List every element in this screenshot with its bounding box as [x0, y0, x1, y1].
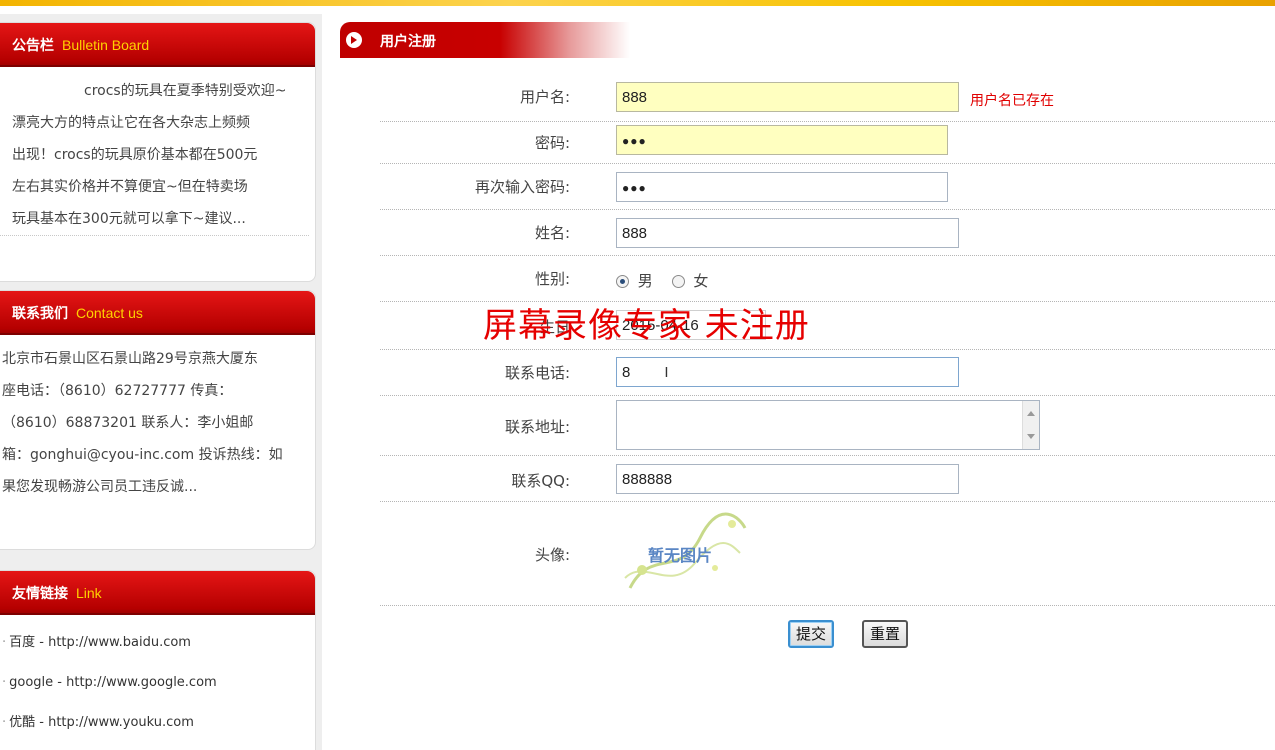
scroll-down-icon[interactable] [1027, 434, 1035, 439]
link-baidu[interactable]: · 百度 - http://www.baidu.com [2, 623, 309, 663]
qq-label: 联系QQ: [511, 472, 570, 490]
registration-section: 用户注册 用户名: 888 用户名已存在 密码: ●●● 再次输入密码: ●●●… [340, 22, 1275, 750]
contact-line: 北京市石景山区石景山路29号京燕大厦东 [2, 351, 258, 367]
row-username: 用户名: 888 用户名已存在 [380, 74, 1275, 122]
registration-title: 用户注册 [380, 34, 436, 50]
row-password-confirm: 再次输入密码: ●●● [380, 164, 1275, 210]
password-label: 密码: [534, 134, 570, 152]
name-label: 姓名: [534, 224, 570, 242]
address-textarea[interactable] [616, 400, 1040, 450]
link-youku[interactable]: · 优酷 - http://www.youku.com [2, 703, 309, 743]
bulletin-title-cn: 公告栏 [12, 38, 54, 54]
row-address: 联系地址: [380, 396, 1275, 456]
recorder-watermark: 屏幕录像专家 未注册 [483, 306, 810, 346]
bulletin-header: 公告栏 Bulletin Board [0, 23, 315, 67]
avatar-placeholder-text: 暂无图片 [648, 546, 713, 565]
password-confirm-input[interactable]: ●●● [616, 172, 948, 202]
arrow-right-icon [346, 32, 362, 48]
password-input[interactable]: ●●● [616, 125, 948, 155]
contact-line: 箱：gonghui@cyou-inc.com 投诉热线：如 [2, 447, 283, 463]
username-error: 用户名已存在 [970, 93, 1054, 109]
row-gender: 性别: 男 女 [380, 256, 1275, 302]
address-scrollbar[interactable] [1022, 401, 1039, 449]
contact-text: 北京市石景山区石景山路29号京燕大厦东 座电话：（8610）62727777 传… [0, 343, 309, 503]
top-decoration-strip [0, 0, 1275, 6]
bulletin-title-en: Bulletin Board [62, 37, 150, 53]
contact-header: 联系我们 Contact us [0, 291, 315, 335]
links-title-en: Link [76, 585, 102, 601]
contact-line: （8610）68873201 联系人：李小姐邮 [2, 415, 254, 431]
row-name: 姓名: 888 [380, 210, 1275, 256]
phone-label: 联系电话: [504, 364, 570, 382]
bulletin-text: crocs的玩具在夏季特别受欢迎~ 漂亮大方的特点让它在各大杂志上频频 出现！c… [0, 75, 309, 236]
contact-panel: 联系我们 Contact us 北京市石景山区石景山路29号京燕大厦东 座电话：… [0, 290, 316, 550]
row-qq: 联系QQ: 888888 [380, 456, 1275, 502]
contact-line: 座电话：（8610）62727777 传真： [2, 383, 233, 399]
registration-header: 用户注册 [340, 22, 1275, 58]
links-panel: 友情链接 Link · 百度 - http://www.baidu.com · go… [0, 570, 316, 750]
password-confirm-label: 再次输入密码: [474, 178, 570, 196]
row-avatar: 头像: 暂无图片 [380, 502, 1275, 606]
links-title-cn: 友情链接 [12, 586, 68, 602]
avatar-image: 暂无图片 [620, 508, 750, 598]
gender-label: 性别: [534, 270, 570, 288]
gender-female-radio[interactable] [671, 275, 685, 288]
bulletin-line[interactable]: 玩具基本在300元就可以拿下~建议... [12, 203, 299, 235]
links-header: 友情链接 Link [0, 571, 315, 615]
gender-male-radio[interactable] [616, 275, 629, 288]
username-input[interactable]: 888 [616, 82, 959, 112]
contact-title-en: Contact us [76, 305, 143, 321]
avatar-label: 头像: [534, 546, 570, 564]
reset-button[interactable]: 重置 [862, 620, 909, 648]
gender-male-label: 男 [637, 272, 653, 290]
text-cursor-icon: I [664, 364, 669, 381]
submit-button[interactable]: 提交 [788, 620, 835, 648]
bulletin-line: 出现！crocs的玩具原价基本都在500元 [12, 147, 258, 163]
phone-input[interactable]: 8I [616, 357, 959, 387]
name-input[interactable]: 888 [616, 218, 959, 248]
username-label: 用户名: [519, 88, 570, 106]
left-sidebar: 公告栏 Bulletin Board crocs的玩具在夏季特别受欢迎~ 漂亮大… [0, 14, 322, 750]
contact-line[interactable]: 果您发现畅游公司员工违反诚... [2, 471, 299, 503]
bulletin-panel: 公告栏 Bulletin Board crocs的玩具在夏季特别受欢迎~ 漂亮大… [0, 22, 316, 282]
scroll-up-icon[interactable] [1027, 411, 1035, 416]
gender-female-label: 女 [693, 272, 709, 290]
bulletin-line: 左右其实价格并不算便宜~但在特卖场 [12, 179, 248, 195]
link-google[interactable]: · google - http://www.google.com [2, 663, 309, 703]
gender-options: 男 女 [616, 270, 708, 291]
address-label: 联系地址: [504, 418, 570, 436]
links-list: · 百度 - http://www.baidu.com · google - htt… [0, 623, 309, 743]
contact-title-cn: 联系我们 [12, 306, 68, 322]
bulletin-line: 漂亮大方的特点让它在各大杂志上频频 [12, 115, 250, 131]
qq-input[interactable]: 888888 [616, 464, 959, 494]
row-phone: 联系电话: 8I [380, 350, 1275, 396]
bulletin-line: crocs的玩具在夏季特别受欢迎~ [84, 83, 287, 99]
row-password: 密码: ●●● [380, 122, 1275, 164]
